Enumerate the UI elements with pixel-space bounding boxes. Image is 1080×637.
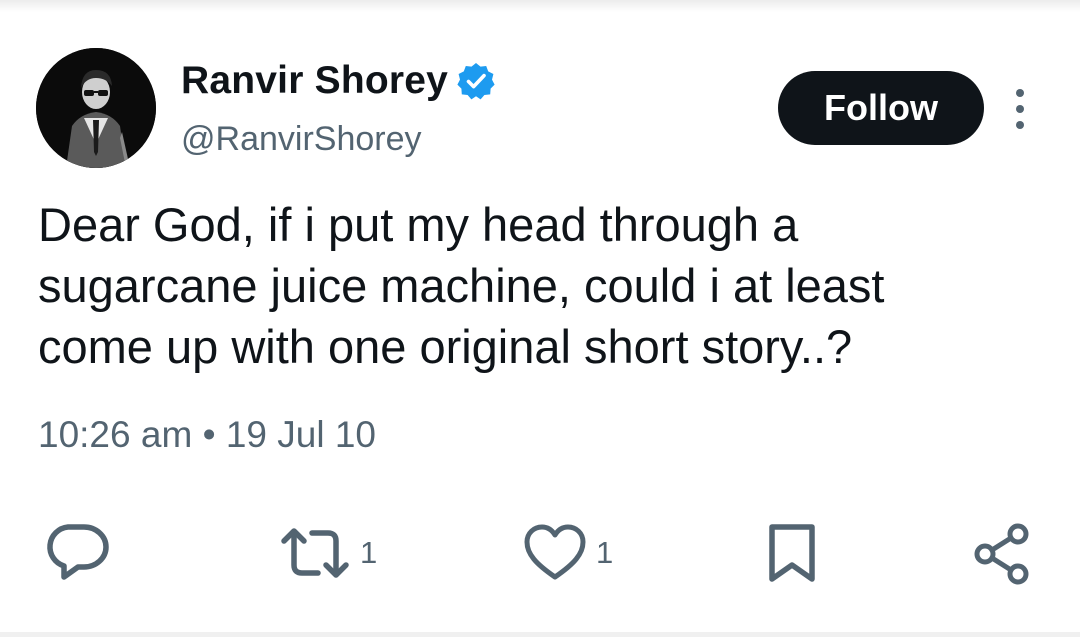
verified-badge-icon [457, 63, 495, 100]
tweet-timestamp: 10:26 am • 19 Jul 10 [38, 414, 376, 456]
reply-icon [47, 524, 109, 580]
bottom-divider [0, 632, 1080, 637]
author-handle[interactable]: @RanvirShorey [181, 120, 422, 159]
author-name-row: Ranvir Shorey [181, 56, 496, 106]
more-options-icon[interactable] [1008, 88, 1032, 130]
tweet-date[interactable]: 19 Jul 10 [226, 414, 376, 455]
tweet-text: Dear God, if i put my head through a sug… [38, 198, 885, 373]
retweet-count: 1 [360, 535, 378, 570]
share-button[interactable] [970, 518, 1036, 588]
share-icon [974, 523, 1029, 585]
reply-button[interactable] [44, 518, 112, 588]
retweet-icon [281, 528, 349, 578]
like-count: 1 [596, 535, 614, 570]
like-button[interactable]: 1 [522, 518, 613, 588]
timestamp-separator: • [202, 414, 216, 455]
top-edge [0, 0, 1080, 12]
bookmark-icon [769, 524, 815, 582]
tweet-time[interactable]: 10:26 am [38, 414, 192, 455]
tweet-action-bar: 1 1 [0, 518, 1080, 588]
bookmark-button[interactable] [764, 518, 820, 588]
display-name[interactable]: Ranvir Shorey [181, 59, 448, 103]
heart-icon [524, 524, 586, 580]
avatar[interactable] [36, 48, 156, 168]
follow-button[interactable]: Follow [778, 71, 984, 145]
retweet-button[interactable]: 1 [278, 518, 377, 588]
